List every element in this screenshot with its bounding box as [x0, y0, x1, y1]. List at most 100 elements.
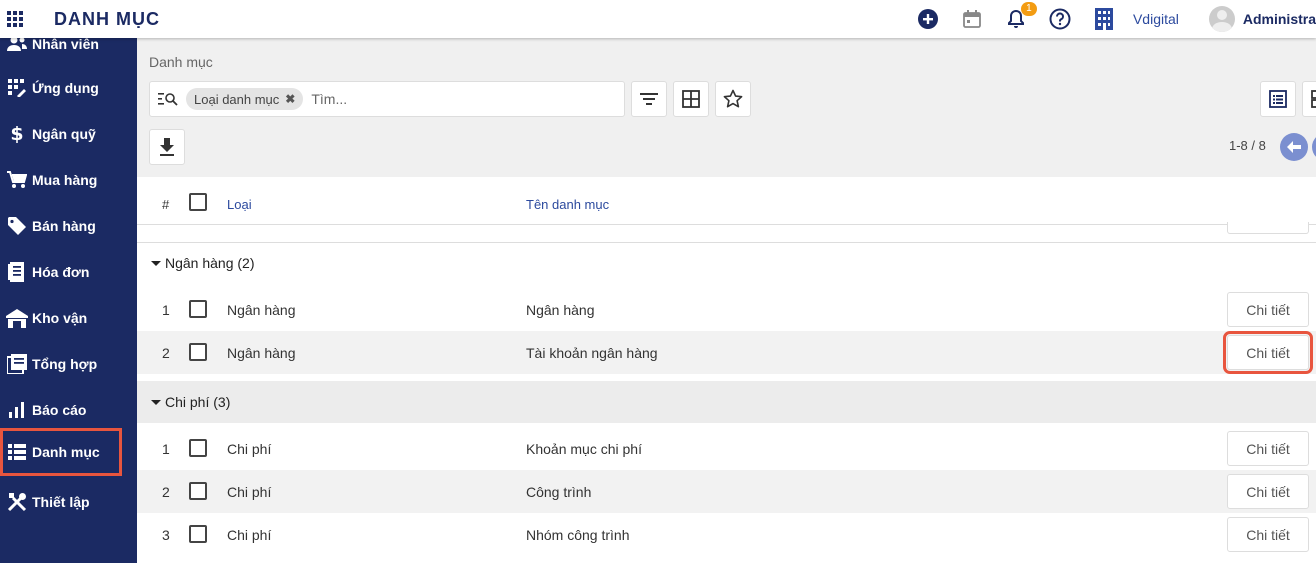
group-by-button[interactable] [673, 81, 709, 117]
table-row[interactable]: 2 Chi phí Công trình Chi tiết [137, 470, 1316, 513]
row-index: 3 [162, 527, 170, 543]
pager-value[interactable]: 1-8 / 8 [1229, 138, 1266, 153]
top-bar: DANH MỤC 1 Vdigital Administra [0, 0, 1316, 38]
building-icon [1094, 8, 1113, 30]
table-row[interactable]: 1 Chi phí Khoản mục chi phí Chi tiết [137, 427, 1316, 470]
user-name[interactable]: Administra [1243, 11, 1316, 27]
search-list-icon [158, 92, 178, 106]
table-row[interactable]: 3 Chi phí Nhóm công trình Chi tiết [137, 513, 1316, 556]
divider [137, 224, 1316, 225]
row-type: Chi phí [227, 527, 272, 543]
detail-button[interactable]: Chi tiết [1227, 517, 1309, 552]
sidebar-item-label: Thiết lập [32, 494, 90, 510]
receipt-icon [4, 260, 30, 284]
breadcrumb[interactable]: Danh mục [149, 54, 213, 70]
row-type: Chi phí [227, 484, 272, 500]
remove-filter-icon[interactable]: ✖ [285, 92, 295, 106]
tag-icon [4, 214, 30, 238]
filter-button[interactable] [631, 81, 667, 117]
row-type: Ngân hàng [227, 345, 296, 361]
favorites-button[interactable] [715, 81, 751, 117]
list-icon [4, 440, 30, 464]
sidebar-item-ung-dung[interactable]: Ứng dụng [0, 68, 137, 108]
module-title: DANH MỤC [54, 8, 160, 29]
sidebar-item-mua-hang[interactable]: Mua hàng [0, 160, 137, 200]
sidebar-item-label: Mua hàng [32, 172, 98, 188]
star-icon [723, 89, 743, 108]
avatar[interactable] [1208, 6, 1235, 32]
row-name: Khoản mục chi phí [526, 441, 642, 457]
list-view-button[interactable] [1260, 81, 1296, 117]
row-name: Tài khoản ngân hàng [526, 345, 658, 361]
row-type: Chi phí [227, 441, 272, 457]
detail-button[interactable]: Chi tiết [1223, 331, 1313, 374]
list-view-icon [1269, 90, 1287, 108]
table-row[interactable]: 1 Ngân hàng Ngân hàng Chi tiết [137, 288, 1316, 331]
detail-button[interactable]: Chi tiết [1227, 292, 1309, 327]
summary-icon [4, 352, 30, 376]
cart-icon [4, 168, 30, 192]
row-checkbox[interactable] [189, 343, 207, 361]
sidebar-item-danh-muc[interactable]: Danh mục [0, 428, 122, 476]
row-checkbox[interactable] [189, 300, 207, 318]
download-button[interactable] [149, 129, 185, 165]
search-bar[interactable]: Loại danh mục ✖ Tìm... [149, 81, 625, 117]
notification-button[interactable]: 1 [1005, 2, 1037, 30]
kanban-view-button[interactable] [1302, 81, 1316, 117]
sidebar-item-label: Báo cáo [32, 402, 87, 418]
row-checkbox[interactable] [189, 525, 207, 543]
group-row[interactable]: Chi phí (3) [137, 381, 1316, 423]
table-row[interactable]: 2 Ngân hàng Tài khoản ngân hàng Chi tiết [137, 331, 1316, 374]
sidebar-item-label: Tổng hợp [32, 356, 98, 372]
row-checkbox[interactable] [189, 439, 207, 457]
column-name[interactable]: Tên danh mục [526, 197, 609, 212]
app-menu-button[interactable] [0, 0, 30, 38]
filter-icon [640, 93, 658, 105]
row-index: 2 [162, 345, 170, 361]
column-index[interactable]: # [162, 197, 169, 212]
add-button[interactable] [917, 8, 939, 30]
plus-circle-icon [917, 9, 938, 29]
sidebar-item-bao-cao[interactable]: Báo cáo [0, 390, 137, 430]
apps-icon [4, 76, 30, 100]
company-name[interactable]: Vdigital [1133, 11, 1179, 27]
dollar-icon: $ [10, 123, 24, 145]
grid-view-icon [682, 90, 700, 108]
sidebar-item-kho-van[interactable]: Kho vận [0, 298, 137, 338]
arrow-left-icon [1287, 141, 1301, 153]
filter-chip[interactable]: Loại danh mục ✖ [186, 88, 304, 110]
group-row[interactable]: Ngân hàng (2) [137, 243, 1316, 283]
sidebar-item-label: Hóa đơn [32, 264, 90, 280]
sidebar-item-tong-hop[interactable]: Tổng hợp [0, 344, 137, 384]
sidebar-item-label: Danh mục [32, 444, 100, 460]
table-header: # Loại Tên danh mục [137, 177, 1316, 225]
kanban-icon [1311, 90, 1316, 108]
sidebar-item-ban-hang[interactable]: Bán hàng [0, 206, 137, 246]
previous-row-edge [1227, 222, 1309, 234]
warehouse-icon [4, 306, 30, 330]
sidebar-item-label: Ứng dụng [32, 80, 99, 96]
main-content: Danh mục Loại danh mục ✖ Tìm... 1-8 / 8 … [137, 38, 1316, 563]
calendar-button[interactable] [961, 8, 983, 30]
row-checkbox[interactable] [189, 482, 207, 500]
company-switch-button[interactable] [1093, 8, 1115, 30]
sidebar-item-hoa-don[interactable]: Hóa đơn [0, 252, 137, 292]
download-icon [160, 138, 174, 156]
detail-button[interactable]: Chi tiết [1227, 431, 1309, 466]
previous-page-button[interactable] [1280, 133, 1308, 161]
calendar-icon [963, 10, 981, 28]
search-input[interactable]: Tìm... [311, 91, 347, 107]
sidebar-item-label: Kho vận [32, 310, 88, 326]
help-icon [1049, 8, 1071, 30]
sidebar-item-thiet-lap[interactable]: Thiết lập [0, 482, 137, 522]
help-button[interactable] [1049, 8, 1071, 30]
detail-button[interactable]: Chi tiết [1227, 474, 1309, 509]
grid-icon [7, 11, 23, 27]
row-name: Công trình [526, 484, 592, 500]
select-all-checkbox[interactable] [189, 193, 207, 211]
next-page-button[interactable] [1312, 133, 1316, 161]
sidebar-item-ngan-quy[interactable]: $ Ngân quỹ [0, 114, 137, 154]
column-type[interactable]: Loại [227, 197, 252, 212]
row-index: 1 [162, 441, 170, 457]
row-name: Ngân hàng [526, 302, 595, 318]
